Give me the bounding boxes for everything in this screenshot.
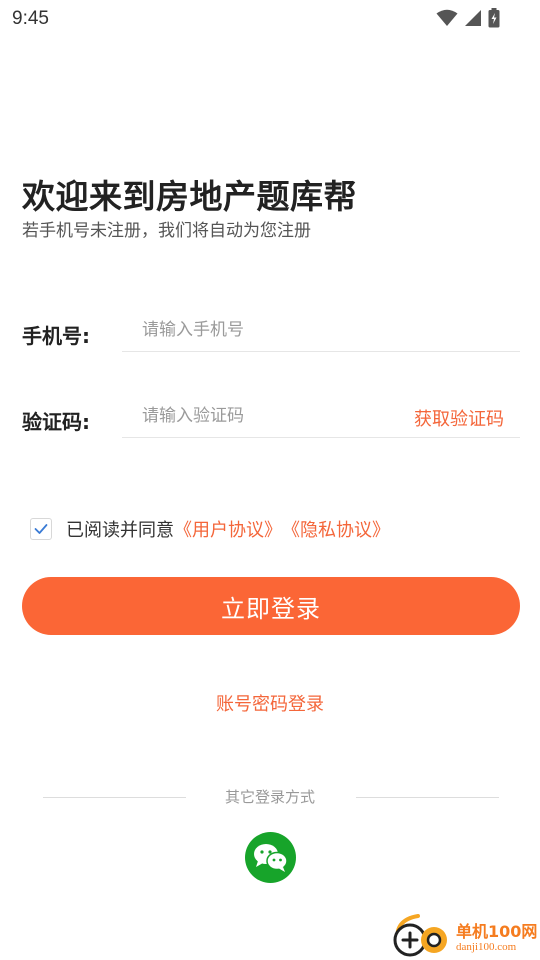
page-subtitle: 若手机号未注册，我们将自动为您注册 [22,221,311,241]
status-bar: 9:45 [0,0,540,38]
status-time: 9:45 [12,8,49,29]
watermark-name: 单机100网 [456,922,538,941]
checkmark-icon [34,524,48,534]
divider-right [356,797,499,798]
user-agreement-link[interactable]: 《用户协议》 [174,516,282,542]
watermark-logo-icon [393,914,447,957]
status-icons [436,8,500,28]
battery-charging-icon [488,8,500,28]
watermark-domain: danji100.com [456,941,517,953]
privacy-policy-link[interactable]: 《隐私协议》 [282,516,390,542]
login-button[interactable]: 立即登录 [22,577,520,635]
agreement-row: 已阅读并同意 《用户协议》 《隐私协议》 [30,516,390,542]
wechat-icon [253,843,288,872]
password-login-link[interactable]: 账号密码登录 [0,690,540,716]
cellular-signal-icon [465,10,481,26]
wifi-icon [436,9,458,26]
page-title: 欢迎来到房地产题库帮 [22,177,357,216]
watermark: 单机100网 danji100.com [390,912,540,960]
phone-input[interactable] [122,308,520,352]
phone-label: 手机号: [22,324,90,348]
get-code-button[interactable]: 获取验证码 [414,405,504,431]
agreement-checkbox[interactable] [30,518,52,540]
wechat-login-button[interactable] [245,832,296,883]
verification-code-label: 验证码: [22,410,90,434]
agreement-text: 已阅读并同意 [66,520,174,541]
